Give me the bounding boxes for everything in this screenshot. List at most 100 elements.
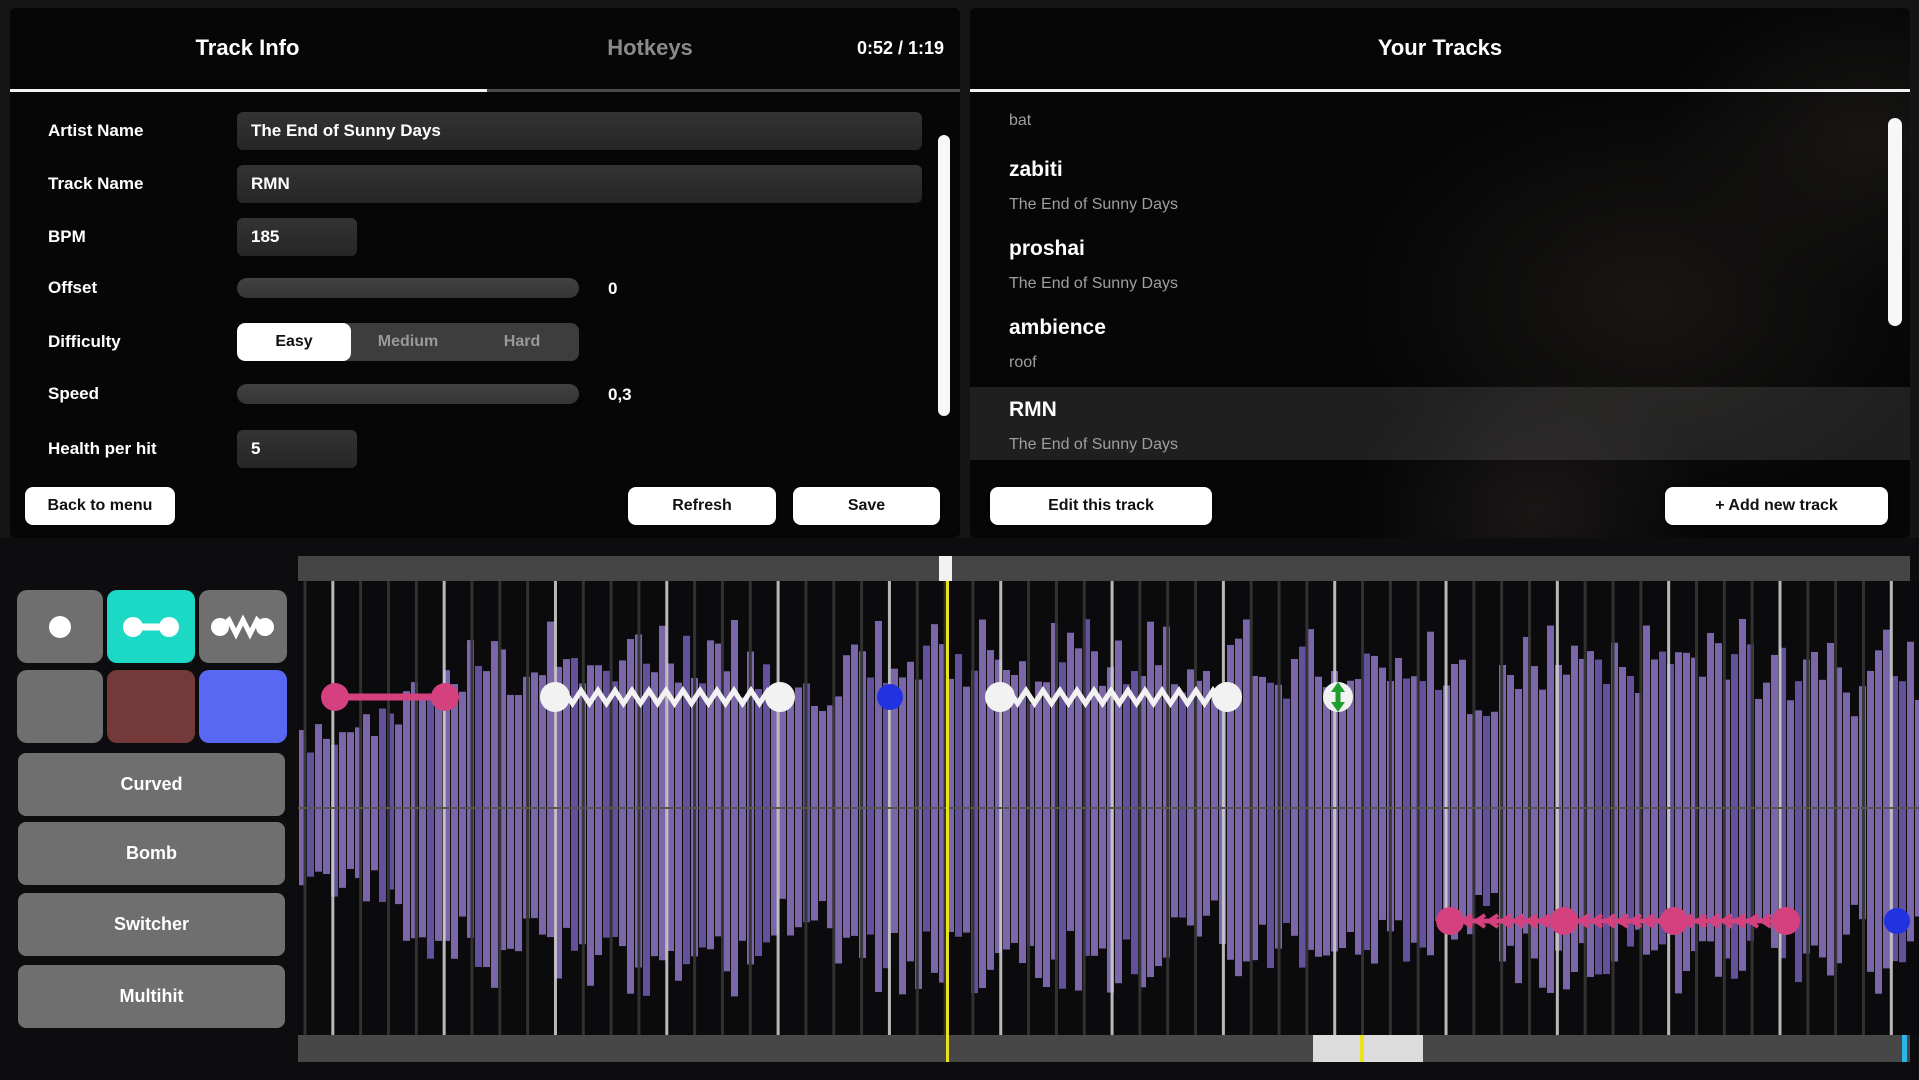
offset-slider[interactable]: [237, 278, 579, 298]
tap-note[interactable]: [877, 684, 903, 710]
speed-value: 0,3: [608, 385, 632, 405]
timeline-bar[interactable]: [298, 556, 1910, 581]
multihit-tool-button[interactable]: Multihit: [18, 965, 285, 1028]
waveform-bar: [1547, 626, 1554, 808]
waveform-bar: [779, 707, 786, 808]
waveform-bar: [1003, 808, 1010, 950]
waveform-bar: [1675, 808, 1682, 993]
waveform-bar: [1451, 664, 1458, 808]
minimap-viewport-thumb[interactable]: [1313, 1035, 1423, 1062]
waveform-bar: [1291, 659, 1298, 808]
waveform-bar: [1875, 650, 1882, 808]
difficulty-medium-button[interactable]: Medium: [351, 323, 465, 361]
slider-note-end[interactable]: [431, 683, 459, 711]
multihit-note-point[interactable]: [1550, 907, 1578, 935]
waveform-bar: [483, 671, 490, 808]
waveform-bar: [1491, 808, 1498, 893]
waveform-bar: [347, 808, 354, 869]
waveform-bar: [1315, 808, 1322, 957]
slider-tool-button[interactable]: [107, 590, 195, 663]
waveform-bar: [587, 665, 594, 808]
zigzag-note-end[interactable]: [765, 682, 795, 712]
your-tracks-scrollbar[interactable]: [1888, 118, 1902, 326]
gray-color-swatch[interactable]: [17, 670, 103, 743]
zigzag-note-start[interactable]: [540, 682, 570, 712]
waveform-bar: [1763, 683, 1770, 808]
waveform-bar: [1147, 622, 1154, 808]
waveform-bar: [1851, 808, 1858, 905]
waveform-bar: [1179, 808, 1186, 918]
back-to-menu-button[interactable]: Back to menu: [25, 487, 175, 525]
multihit-note-point[interactable]: [1436, 907, 1464, 935]
tab-hotkeys[interactable]: Hotkeys: [485, 8, 815, 88]
active-tab-underline: [10, 89, 487, 92]
slider-note-start[interactable]: [321, 683, 349, 711]
waveform-bar: [547, 808, 554, 937]
waveform-bar: [395, 808, 402, 904]
waveform-bar: [1363, 808, 1370, 950]
health-per-hit-input[interactable]: 5: [237, 430, 357, 468]
track-list-item[interactable]: zabiti The End of Sunny Days: [970, 156, 1910, 226]
difficulty-easy-button[interactable]: Easy: [237, 323, 351, 361]
waveform-bar: [787, 808, 794, 935]
waveform-bar: [507, 695, 514, 808]
waveform-bar: [1259, 808, 1266, 925]
waveform-bar: [931, 624, 938, 808]
track-name-input[interactable]: RMN: [237, 165, 922, 203]
maroon-color-swatch[interactable]: [107, 670, 195, 743]
waveform-bar: [491, 808, 498, 988]
waveform-bar: [563, 659, 570, 808]
waveform-center-line: [298, 807, 1919, 809]
bpm-input[interactable]: 185: [237, 218, 357, 256]
minimap-playhead-marker: [1360, 1035, 1364, 1062]
waveform-bar: [1907, 642, 1914, 808]
waveform-bar: [1491, 712, 1498, 808]
waveform-bar: [1099, 808, 1106, 949]
track-info-scrollbar[interactable]: [938, 135, 950, 416]
multihit-note-point[interactable]: [1772, 907, 1800, 935]
multihit-note-point[interactable]: [1660, 907, 1688, 935]
minimap-scrollbar[interactable]: [298, 1035, 1910, 1062]
waveform-canvas[interactable]: [298, 581, 1919, 1035]
artist-name-input[interactable]: The End of Sunny Days: [237, 112, 922, 150]
waveform-bar: [1739, 619, 1746, 808]
refresh-button[interactable]: Refresh: [628, 487, 776, 525]
speed-slider[interactable]: [237, 384, 579, 404]
track-list-item-selected[interactable]: RMN The End of Sunny Days: [970, 393, 1910, 463]
edit-this-track-button[interactable]: Edit this track: [990, 487, 1212, 525]
add-new-track-button[interactable]: + Add new track: [1665, 487, 1888, 525]
tap-note[interactable]: [1884, 908, 1910, 934]
waveform-bar: [539, 808, 546, 935]
track-list-item[interactable]: ambience roof: [970, 314, 1910, 384]
track-name: proshai: [1009, 237, 1085, 261]
track-list-item[interactable]: proshai The End of Sunny Days: [970, 235, 1910, 305]
tab-track-info[interactable]: Track Info: [10, 8, 485, 88]
zigzag-note-end[interactable]: [1212, 682, 1242, 712]
offset-value: 0: [608, 279, 617, 299]
waveform-bar: [1515, 808, 1522, 983]
tap-tool-button[interactable]: [17, 590, 103, 663]
waveform-bar: [1059, 808, 1066, 989]
switcher-tool-button[interactable]: Switcher: [18, 893, 285, 956]
save-button[interactable]: Save: [793, 487, 940, 525]
waveform-bar: [795, 808, 802, 927]
waveform-bar: [699, 808, 706, 947]
curved-tool-button[interactable]: Curved: [18, 753, 285, 816]
track-list-item[interactable]: bat: [970, 108, 1910, 142]
playhead-line[interactable]: [946, 581, 949, 1062]
waveform-bar: [1619, 667, 1626, 808]
bomb-tool-button[interactable]: Bomb: [18, 822, 285, 885]
waveform-bar: [563, 808, 570, 928]
waveform-bar: [1395, 658, 1402, 808]
blue-color-swatch[interactable]: [199, 670, 287, 743]
waveform-bar: [755, 689, 762, 808]
zigzag-tool-button[interactable]: [199, 590, 287, 663]
waveform-bar: [1403, 808, 1410, 962]
timeline-playhead-marker[interactable]: [939, 556, 952, 581]
waveform-bar: [627, 808, 634, 994]
waveform-bar: [395, 724, 402, 808]
waveform-bar: [547, 622, 554, 808]
waveform-bar: [1371, 808, 1378, 964]
zigzag-note-start[interactable]: [985, 682, 1015, 712]
difficulty-hard-button[interactable]: Hard: [465, 323, 579, 361]
